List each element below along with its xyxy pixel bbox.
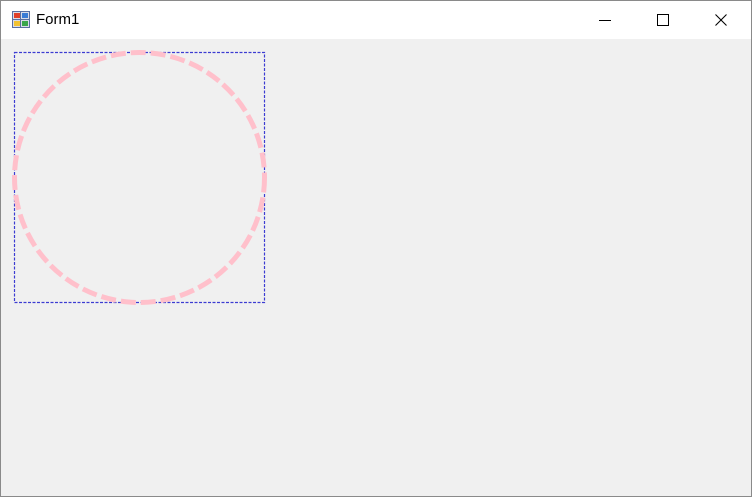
minimize-button[interactable] — [576, 1, 634, 39]
close-button[interactable] — [692, 1, 750, 39]
minimize-icon — [599, 20, 611, 21]
close-icon — [715, 14, 727, 26]
drawing-canvas — [12, 50, 267, 305]
title-bar[interactable]: Form1 — [1, 1, 751, 39]
dashed-circle — [12, 50, 267, 305]
window-title: Form1 — [36, 11, 80, 28]
maximize-button[interactable] — [634, 1, 692, 39]
form-app-icon — [12, 11, 30, 28]
form-client-area — [1, 39, 751, 496]
maximize-icon — [657, 14, 669, 26]
form-window: Form1 — [0, 0, 752, 497]
